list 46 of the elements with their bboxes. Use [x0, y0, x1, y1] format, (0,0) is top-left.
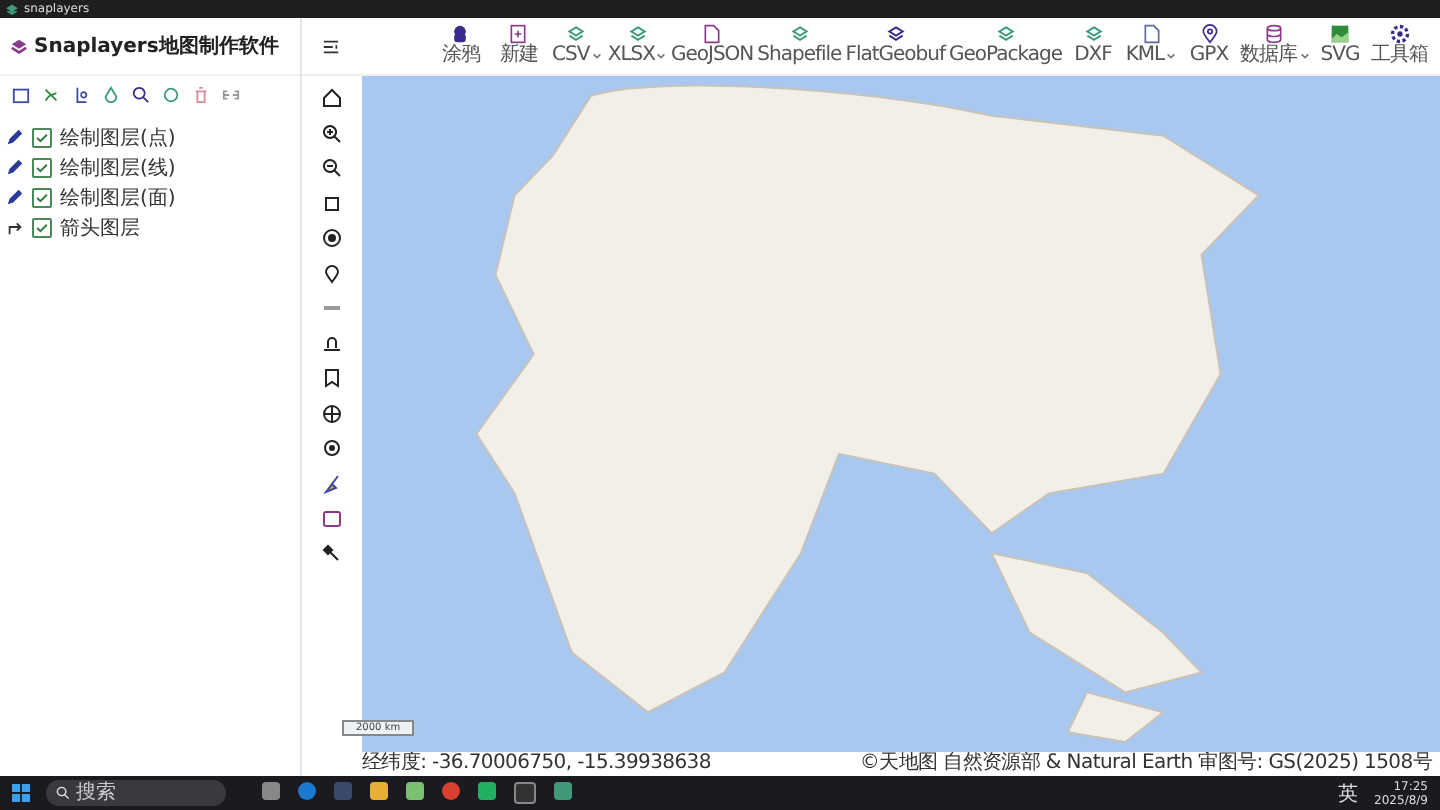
layer-name: 绘制图层(点)	[60, 125, 176, 151]
toolbar-button[interactable]: Shapefile	[757, 22, 842, 70]
toolbar-button[interactable]: CSV	[549, 22, 604, 70]
zoom-in-icon[interactable]	[322, 123, 342, 143]
search-field[interactable]: 搜索	[46, 780, 226, 806]
globe-icon[interactable]	[322, 403, 342, 423]
toolbar-button[interactable]: GeoPackage	[949, 22, 1062, 70]
toolbar-button[interactable]: DXF	[1066, 22, 1120, 70]
search-icon	[56, 786, 70, 800]
windows-start-icon[interactable]	[12, 784, 30, 802]
zoom-icon[interactable]	[132, 86, 150, 104]
toolbar-button[interactable]: 工具箱	[1371, 22, 1428, 70]
toolbar-button[interactable]: GeoJSON	[670, 22, 754, 70]
toolbar-button[interactable]: 数据库	[1240, 22, 1309, 70]
circle-icon[interactable]	[162, 86, 180, 104]
layer-checkbox[interactable]	[32, 187, 52, 207]
target-icon[interactable]	[322, 228, 342, 248]
drop-icon[interactable]	[102, 86, 120, 104]
app-icon[interactable]	[262, 782, 280, 800]
trash-icon[interactable]	[192, 86, 210, 104]
toolbar-button[interactable]: 涂鸦	[433, 22, 488, 70]
attribution-text: ©天地图 自然资源部 & Natural Earth 审图号: GS(2025) 1508号	[859, 752, 1432, 776]
coordinates-text: 经纬度: -36.70006750, -15.39938638	[362, 752, 711, 776]
hammer-icon[interactable]	[322, 543, 342, 563]
menu-icon[interactable]	[322, 37, 340, 55]
layer-name: 箭头图层	[60, 215, 140, 241]
pin-icon[interactable]	[322, 263, 342, 283]
arrow-icon	[6, 218, 24, 236]
toolbar-button[interactable]: KML	[1124, 22, 1178, 70]
layer-name: 绘制图层(面)	[60, 185, 176, 211]
layer-name: 绘制图层(线)	[60, 155, 176, 181]
zoom-out-icon[interactable]	[322, 158, 342, 178]
toolbar-button[interactable]: 新建	[491, 22, 546, 70]
app-title: Snaplayers地图制作软件	[34, 33, 279, 60]
layer-checkbox[interactable]	[32, 217, 52, 237]
language-indicator[interactable]: 英	[1338, 779, 1359, 807]
frame-icon[interactable]	[322, 193, 342, 213]
bookmark-icon[interactable]	[322, 368, 342, 388]
layer-checkbox[interactable]	[32, 127, 52, 147]
layer-checkbox[interactable]	[32, 157, 52, 177]
crosshair-icon[interactable]	[322, 438, 342, 458]
toolbar-button[interactable]: FlatGeobuf	[845, 22, 946, 70]
toolbar-button[interactable]: SVG	[1313, 22, 1367, 70]
toolbar-button[interactable]: GPX	[1182, 22, 1236, 70]
toolbar-button[interactable]: XLSX	[607, 22, 667, 70]
home-icon[interactable]	[322, 88, 342, 108]
